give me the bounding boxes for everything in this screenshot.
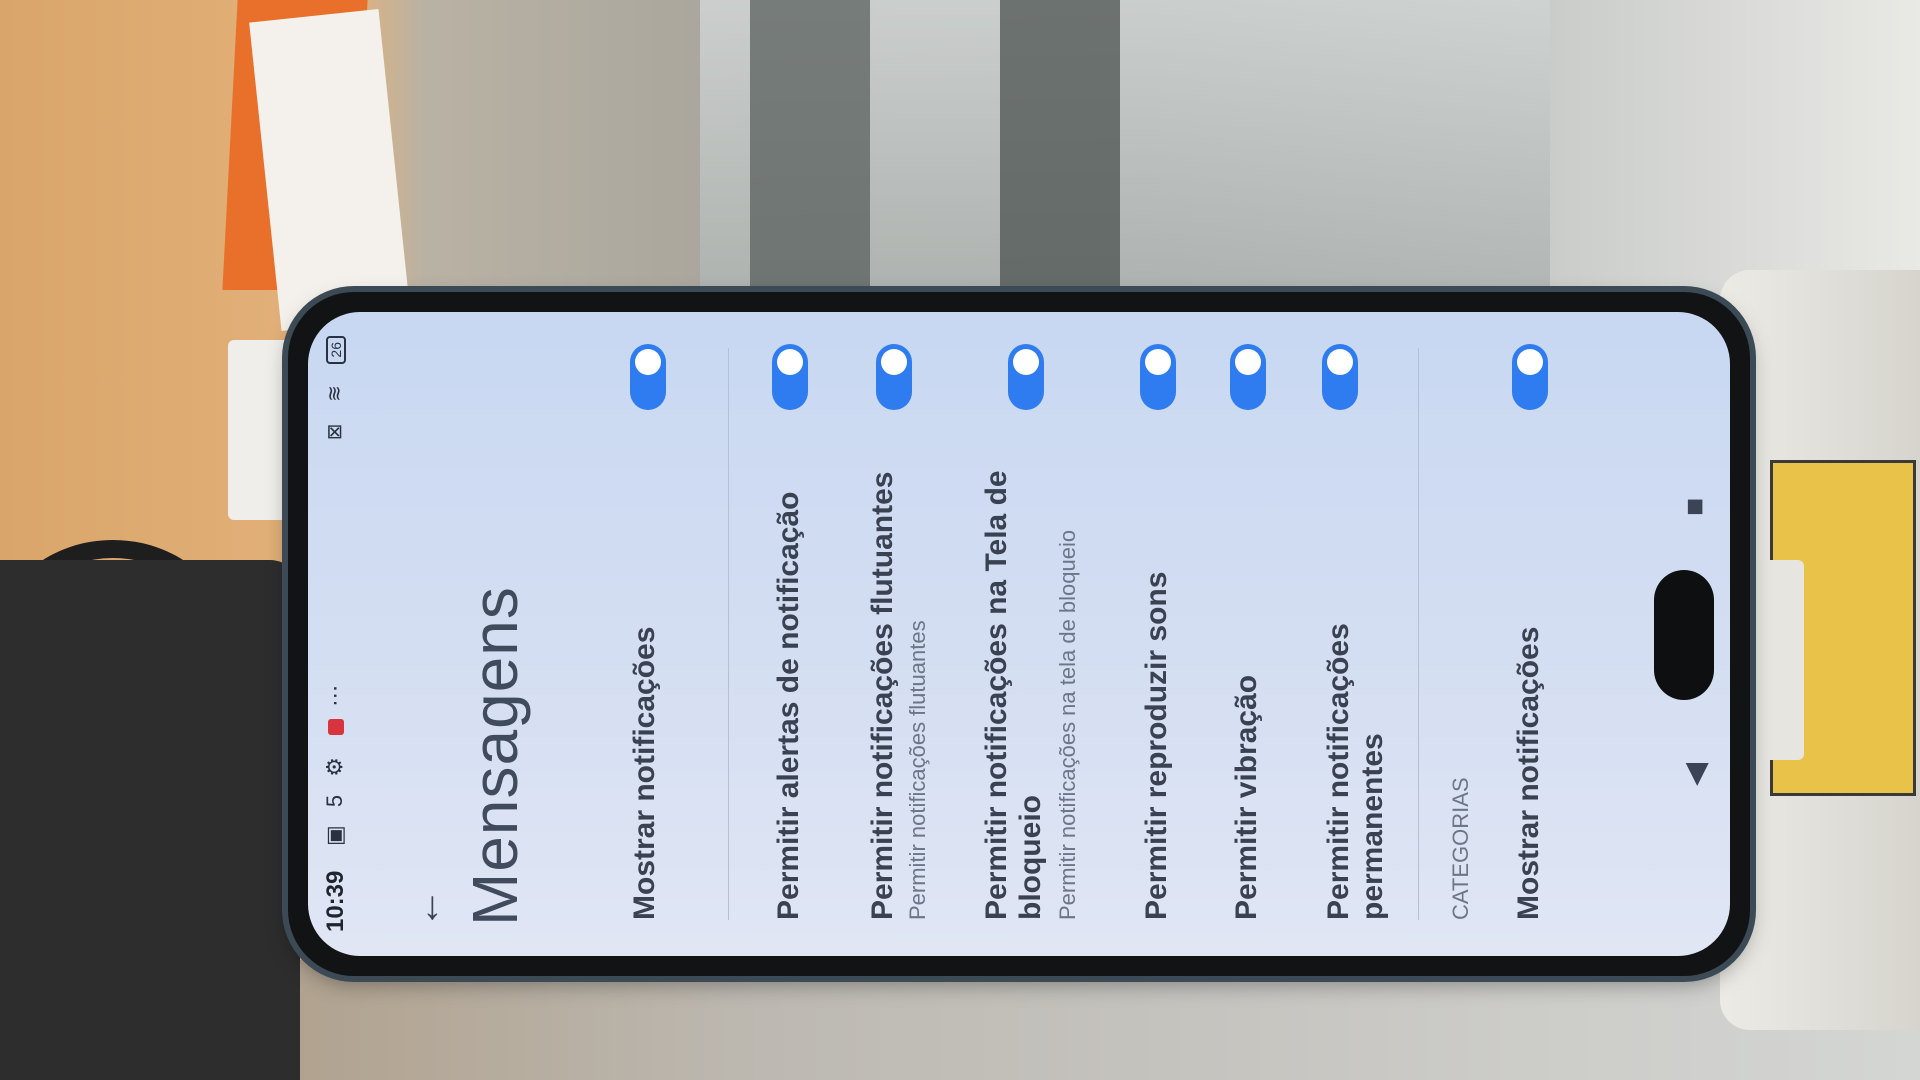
toggle-knob (777, 349, 803, 375)
status-time: 10:39 (322, 870, 349, 932)
arrow-left-icon: ← (404, 888, 448, 928)
front-camera-cutout (1654, 570, 1714, 700)
status-right-icons: ⊠ ≋ 26 (322, 336, 347, 440)
nav-recents-button[interactable]: ■ (1678, 498, 1712, 516)
setting-label: Permitir notificações na Tela de bloquei… (980, 470, 1047, 920)
battery-icon: 26 (326, 336, 346, 364)
divider (728, 348, 729, 920)
setting-row-notification-alerts[interactable]: Permitir alertas de notificação (748, 312, 838, 956)
toggle-knob (1235, 349, 1261, 375)
toggle-knob (1327, 349, 1353, 375)
signal-wifi-icon: ⊠ ≋ (324, 377, 346, 441)
phone-clamp (228, 340, 292, 520)
setting-label: Permitir reproduzir sons (1140, 571, 1173, 920)
camera-mount (0, 560, 300, 1080)
show-notifications-toggle[interactable] (630, 344, 666, 410)
notification-icon (328, 718, 345, 735)
phone-screen: 10:39 ▣ 5 ⚙ ⋯ ⊠ ≋ 26 ← Mensagens Mostrar… (308, 312, 1730, 956)
toggle-knob (635, 349, 661, 375)
setting-label: Permitir alertas de notificação (772, 491, 805, 921)
setting-label: Permitir notificações permanentes (1322, 623, 1389, 920)
allow-vibration-toggle[interactable] (1230, 344, 1266, 410)
more-icon: ⋯ (322, 678, 347, 707)
setting-label: Mostrar notificações (628, 626, 661, 920)
background-frame (1000, 0, 1120, 300)
setting-label: Permitir notificações flutuantes (866, 471, 899, 920)
setting-row-allow-vibration[interactable]: Permitir vibração (1208, 312, 1288, 956)
page-title: Mensagens (459, 586, 531, 926)
setting-row-allow-sound[interactable]: Permitir reproduzir sons (1118, 312, 1198, 956)
status-icons: ▣ 5 ⚙ ⋯ (322, 679, 348, 846)
toggle-knob (1013, 349, 1039, 375)
category-notifications-toggle[interactable] (1512, 344, 1548, 410)
section-header: CATEGORIAS (1448, 777, 1473, 920)
persistent-notifications-toggle[interactable] (1322, 344, 1358, 410)
notification-alerts-toggle[interactable] (772, 344, 808, 410)
floating-notifications-toggle[interactable] (876, 344, 912, 410)
nav-back-button[interactable]: ◀ (1678, 763, 1713, 786)
allow-sound-toggle[interactable] (1140, 344, 1176, 410)
setting-description: Permitir notificações flutuantes (905, 620, 930, 920)
setting-description: Permitir notificações na tela de bloquei… (1055, 529, 1080, 920)
setting-row-floating-notifications[interactable]: Permitir notificações flutuantes Permiti… (848, 312, 958, 956)
phone-clamp (1748, 560, 1804, 760)
lock-screen-notifications-toggle[interactable] (1008, 344, 1044, 410)
camera-scene: 10:39 ▣ 5 ⚙ ⋯ ⊠ ≋ 26 ← Mensagens Mostrar… (0, 0, 1920, 1080)
toggle-knob (1145, 349, 1171, 375)
setting-label: Permitir vibração (1230, 674, 1263, 920)
setting-row-show-notifications-category[interactable]: Mostrar notificações (1488, 312, 1578, 956)
toggle-knob (881, 349, 907, 375)
background-frame (750, 0, 870, 300)
back-button[interactable]: ← (404, 888, 449, 928)
status-left-icons: ▣ 5 ⚙ (322, 751, 347, 846)
toggle-knob (1517, 349, 1543, 375)
status-bar: 10:39 ▣ 5 ⚙ ⋯ ⊠ ≋ 26 (308, 312, 368, 956)
setting-row-persistent-notifications[interactable]: Permitir notificações permanentes (1298, 312, 1389, 956)
settings-app: 10:39 ▣ 5 ⚙ ⋯ ⊠ ≋ 26 ← Mensagens Mostrar… (308, 312, 1730, 956)
divider (1418, 348, 1419, 920)
setting-row-show-notifications[interactable]: Mostrar notificações (608, 312, 698, 956)
setting-row-lock-screen-notifications[interactable]: Permitir notificações na Tela de bloquei… (968, 312, 1098, 956)
phone-device: 10:39 ▣ 5 ⚙ ⋯ ⊠ ≋ 26 ← Mensagens Mostrar… (288, 292, 1750, 976)
setting-label: Mostrar notificações (1512, 626, 1545, 920)
